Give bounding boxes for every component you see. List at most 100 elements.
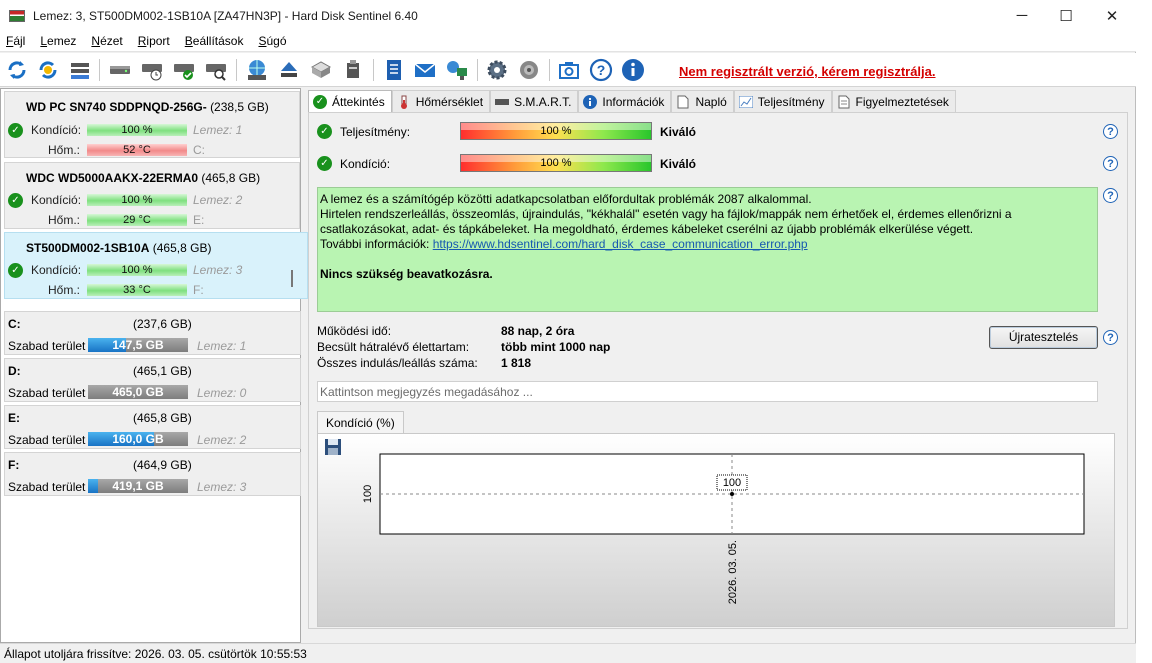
tab-overview[interactable]: ✓ Áttekintés [308, 90, 392, 113]
drive-size: (465,1 GB) [133, 364, 192, 378]
eject-icon[interactable] [276, 57, 301, 82]
drive-letter: E: [8, 411, 20, 425]
drive-card-c[interactable]: C: (237,6 GB) Szabad terület 147,5 GB Le… [4, 311, 301, 355]
note-input[interactable]: Kattintson megjegyzés megadásához ... [317, 381, 1098, 402]
chart-tab[interactable]: Kondíció (%) [317, 411, 404, 433]
help-icon[interactable]: ? [1103, 124, 1118, 139]
tab-smart[interactable]: S.M.A.R.T. [490, 90, 579, 112]
disk-list-icon[interactable] [67, 57, 92, 82]
tab-log[interactable]: Napló [671, 90, 734, 112]
menu-report[interactable]: Riport [138, 34, 170, 48]
free-space-label: Szabad terület [8, 480, 86, 494]
drive-size: (465,8 GB) [133, 411, 192, 425]
help-icon[interactable]: ? [588, 57, 613, 82]
condition-label: Kondíció: [340, 157, 391, 171]
performance-rating: Kiváló [660, 125, 697, 139]
condition-label: Kondíció: [31, 123, 82, 137]
disk-index: Lemez: 1 [193, 123, 243, 137]
data-point [730, 492, 734, 496]
disk-check-icon[interactable] [171, 57, 196, 82]
disk-index: Lemez: 2 [193, 193, 243, 207]
disk-clock-icon[interactable] [139, 57, 164, 82]
condition-bar: 100 % [87, 194, 187, 206]
status-bar: Állapot utoljára frissítve: 2026. 03. 05… [0, 643, 1136, 663]
menu-settings[interactable]: Beállítások [185, 34, 244, 48]
lifetime-value: több mint 1000 nap [501, 340, 611, 354]
disk-search-icon[interactable] [203, 57, 228, 82]
globe-disk-icon[interactable] [244, 57, 269, 82]
email-icon[interactable] [412, 57, 437, 82]
free-space-bar: 160,0 GB [88, 432, 188, 446]
condition-bar: 100 % [87, 124, 187, 136]
disk-name: ST500DM002-1SB10A (465,8 GB) [26, 241, 212, 255]
info-icon [583, 94, 598, 109]
sound-icon[interactable] [516, 57, 541, 82]
drive-card-d[interactable]: D: (465,1 GB) Szabad terület 465,0 GB Le… [4, 358, 301, 402]
action-message: Nincs szükség beavatkozásra. [320, 267, 493, 281]
disk-card-1[interactable]: WD PC SN740 SDDPNQD-256G- (238,5 GB) ✓ K… [4, 91, 300, 158]
info-icon[interactable] [620, 57, 645, 82]
chart-icon [738, 95, 753, 109]
disk-index: Lemez: 0 [197, 386, 247, 400]
free-space-bar: 147,5 GB [88, 338, 188, 352]
lifetime-label: Becsült hátralévő élettartam: [317, 340, 470, 354]
title-bar: Lemez: 3, ST500DM002-1SB10A [ZA47HN3P] -… [0, 0, 1136, 31]
help-icon[interactable]: ? [1103, 330, 1118, 345]
menu-file[interactable]: Fájl [6, 34, 25, 48]
tab-temperature[interactable]: Hőmérséklet [391, 90, 491, 112]
disk-index: Lemez: 2 [197, 433, 247, 447]
tab-performance[interactable]: Teljesítmény [733, 90, 832, 112]
retest-button[interactable]: Újratesztelés [989, 326, 1098, 349]
window-title: Lemez: 3, ST500DM002-1SB10A [ZA47HN3P] -… [33, 8, 418, 23]
close-button[interactable]: ✕ [1089, 0, 1135, 31]
drive-size: (464,9 GB) [133, 458, 192, 472]
drive-letter: F: [193, 283, 204, 297]
menu-help[interactable]: Súgó [258, 34, 286, 48]
disk-card-3[interactable]: ST500DM002-1SB10A (465,8 GB) ✓ Kondíció:… [4, 232, 308, 299]
settings-icon[interactable] [484, 57, 509, 82]
drive-letter: F: [8, 458, 20, 472]
toolbar: ? Nem regisztrált verzió, kérem regisztr… [0, 53, 1136, 87]
maximize-button[interactable]: ☐ [1043, 0, 1089, 31]
help-icon[interactable]: ? [1103, 156, 1118, 171]
temp-label: Hőm.: [48, 213, 81, 227]
menu-view[interactable]: Nézet [91, 34, 122, 48]
drive-card-f[interactable]: F: (464,9 GB) Szabad terület 419,1 GB Le… [4, 452, 301, 496]
disk-index: Lemez: 3 [197, 480, 247, 494]
more-info-line: További információk: https://www.hdsenti… [320, 237, 808, 251]
disk-name: WD PC SN740 SDDPNQD-256G- (238,5 GB) [26, 100, 269, 114]
camera-icon[interactable] [556, 57, 581, 82]
drive-card-e[interactable]: E: (465,8 GB) Szabad terület 160,0 GB Le… [4, 405, 301, 449]
drive-letter: D: [8, 364, 21, 378]
refresh-icon[interactable] [4, 57, 29, 82]
check-icon: ✓ [8, 263, 23, 278]
unregistered-link[interactable]: Nem regisztrált verzió, kérem regisztrál… [679, 64, 936, 79]
y-tick-label: 100 [362, 485, 374, 503]
tab-alerts[interactable]: Figyelmeztetések [831, 90, 956, 112]
disk-index: Lemez: 3 [193, 263, 243, 277]
check-icon: ✓ [317, 124, 332, 139]
temp-bar: 29 °C [87, 214, 187, 226]
free-space-bar: 465,0 GB [88, 385, 188, 399]
help-icon[interactable]: ? [1103, 188, 1118, 203]
menu-disk[interactable]: Lemez [40, 34, 76, 48]
condition-chart: 100 100 2026. 03. 05. [362, 453, 1085, 604]
disk-stack-icon[interactable] [308, 57, 333, 82]
performance-label: Teljesítmény: [340, 125, 411, 139]
free-space-bar: 419,1 GB [88, 479, 188, 493]
report-icon[interactable] [381, 57, 406, 82]
disk-card-2[interactable]: WDC WD5000AAKX-22ERMA0 (465,8 GB) ✓ Kond… [4, 162, 300, 229]
tab-information[interactable]: Információk [578, 90, 672, 112]
free-space-label: Szabad terület [8, 386, 86, 400]
network-icon[interactable] [444, 57, 469, 82]
free-space-label: Szabad terület [8, 339, 86, 353]
usb-disk-icon[interactable] [340, 57, 365, 82]
drive-size: (237,6 GB) [133, 317, 192, 331]
refresh-all-icon[interactable] [35, 57, 60, 82]
scrollbar-thumb[interactable] [291, 270, 293, 287]
performance-bar: 100 % [460, 122, 652, 140]
more-info-link[interactable]: https://www.hdsentinel.com/hard_disk_cas… [433, 237, 808, 251]
disk-icon[interactable] [107, 57, 132, 82]
chart-area: 100 100 2026. 03. 05. [317, 433, 1115, 627]
minimize-button[interactable]: ─ [999, 0, 1045, 31]
